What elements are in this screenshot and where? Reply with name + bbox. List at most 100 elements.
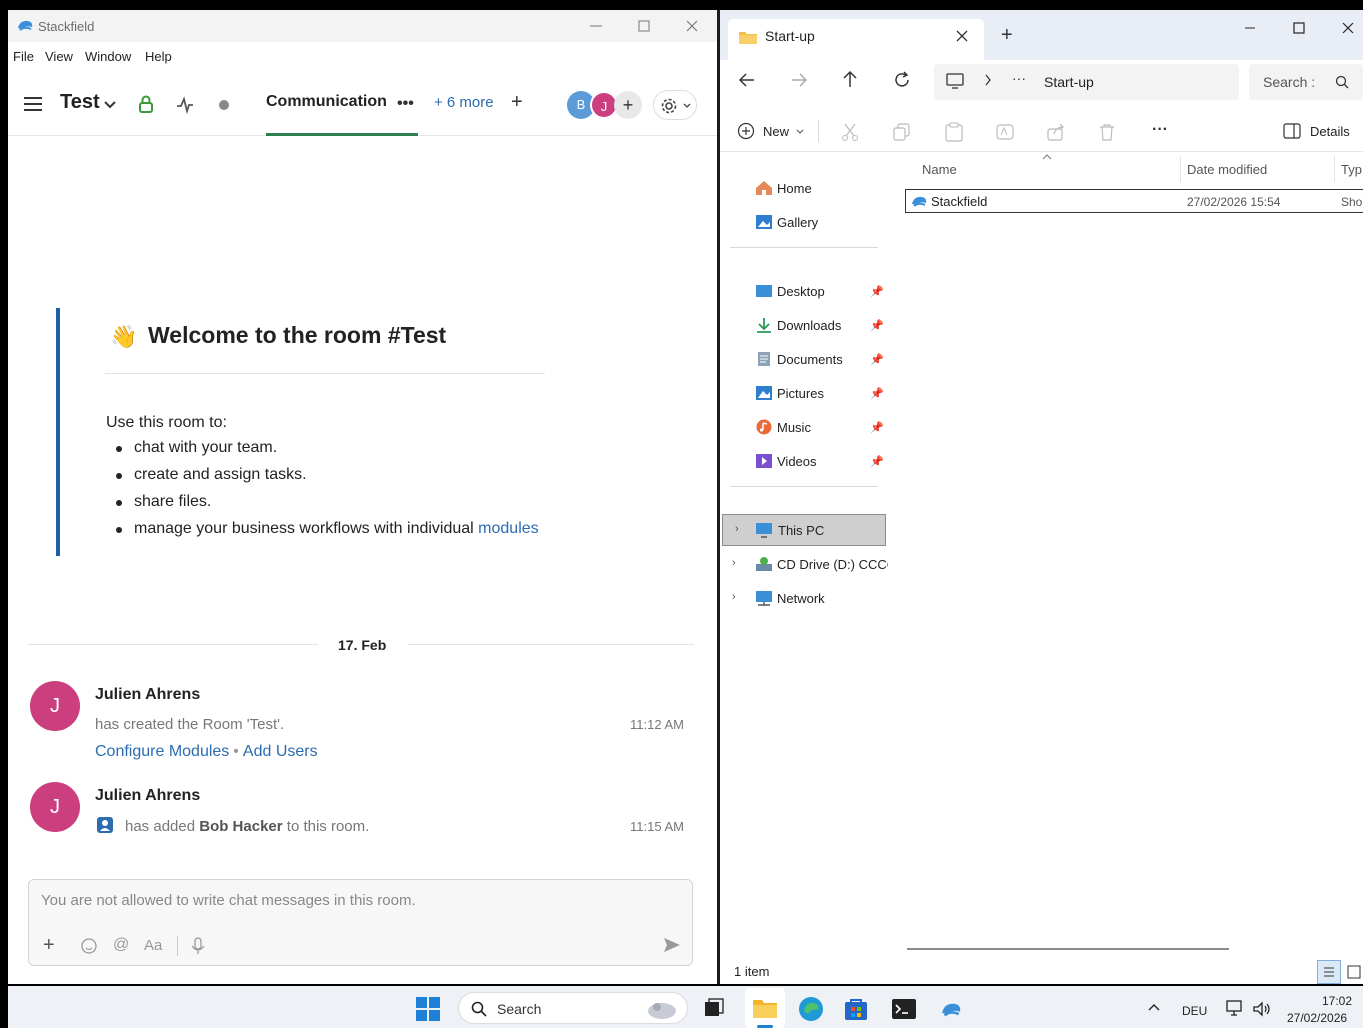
- chevron-down-icon[interactable]: [104, 100, 116, 110]
- pin-icon: 📌: [870, 286, 884, 298]
- new-plus-icon[interactable]: [737, 122, 755, 140]
- column-header-type[interactable]: Typ: [1341, 162, 1362, 177]
- mention-icon[interactable]: @: [113, 936, 129, 954]
- sidebar-item-cd-drive[interactable]: › CD Drive (D:) CCCC: [720, 549, 896, 579]
- minimize-button[interactable]: [1240, 18, 1260, 38]
- clock-time[interactable]: 17:02: [1322, 994, 1352, 1008]
- tab-start-up[interactable]: Start-up: [728, 19, 984, 60]
- details-pane-icon[interactable]: [1283, 123, 1301, 139]
- sidebar-item-gallery[interactable]: Gallery: [720, 207, 888, 237]
- table-row[interactable]: Stackfield 27/02/2026 15:54 Sho: [905, 189, 1363, 213]
- text-format-icon[interactable]: Aa: [144, 937, 162, 954]
- avatar[interactable]: J: [30, 782, 80, 832]
- sidebar-item-this-pc[interactable]: › This PC: [722, 514, 886, 546]
- add-member-icon[interactable]: +: [614, 91, 642, 119]
- close-button[interactable]: [682, 16, 702, 36]
- windows-start-icon[interactable]: [416, 997, 440, 1021]
- lock-icon[interactable]: [138, 94, 154, 114]
- list-item: manage your business workflows with indi…: [116, 518, 539, 545]
- up-arrow-icon[interactable]: [842, 70, 858, 88]
- message-author[interactable]: Julien Ahrens: [95, 686, 200, 704]
- sidebar-item-videos[interactable]: Videos 📌: [720, 446, 888, 476]
- rename-icon[interactable]: [996, 123, 1014, 141]
- ellipsis-icon[interactable]: ···: [1012, 70, 1026, 86]
- cut-icon[interactable]: [841, 123, 859, 141]
- more-tabs-link[interactable]: + 6 more: [434, 94, 494, 111]
- menu-file[interactable]: File: [13, 49, 34, 64]
- add-users-link[interactable]: Add Users: [243, 743, 318, 760]
- taskbar-file-explorer[interactable]: [745, 988, 785, 1028]
- maximize-button[interactable]: [1289, 18, 1309, 38]
- task-view-icon[interactable]: [704, 998, 724, 1018]
- language-indicator[interactable]: DEU: [1182, 1004, 1207, 1018]
- message-composer[interactable]: You are not allowed to write chat messag…: [28, 879, 693, 966]
- room-title[interactable]: Test: [60, 91, 100, 114]
- date-separator: 17. Feb: [28, 634, 694, 654]
- emoji-icon[interactable]: [81, 938, 97, 954]
- chevron-right-icon[interactable]: ›: [732, 557, 736, 569]
- column-header-date[interactable]: Date modified: [1187, 162, 1267, 177]
- forward-arrow-icon[interactable]: [790, 72, 808, 88]
- new-button[interactable]: New: [763, 124, 789, 139]
- back-arrow-icon[interactable]: [738, 72, 756, 88]
- search-box[interactable]: Search :: [1249, 64, 1363, 100]
- tab-options-icon[interactable]: •••: [397, 95, 414, 113]
- chevron-right-icon[interactable]: ›: [735, 523, 739, 535]
- menu-help[interactable]: Help: [145, 49, 172, 64]
- maximize-button[interactable]: [634, 16, 654, 36]
- close-tab-icon[interactable]: [955, 29, 969, 43]
- sidebar-item-desktop[interactable]: Desktop 📌: [720, 276, 888, 306]
- details-view-icon[interactable]: [1317, 960, 1341, 984]
- chevron-down-icon[interactable]: [796, 129, 804, 135]
- address-bar[interactable]: ··· Start-up: [934, 64, 1239, 100]
- send-icon[interactable]: [663, 937, 681, 953]
- message-author[interactable]: Julien Ahrens: [95, 787, 200, 805]
- status-dot-icon[interactable]: [218, 99, 230, 111]
- horizontal-scrollbar[interactable]: [907, 948, 1229, 950]
- network-status-icon[interactable]: [1226, 1000, 1244, 1018]
- sidebar-item-pictures[interactable]: Pictures 📌: [720, 378, 888, 408]
- minimize-button[interactable]: [586, 16, 606, 36]
- avatar[interactable]: J: [30, 681, 80, 731]
- refresh-icon[interactable]: [893, 71, 911, 89]
- microphone-icon[interactable]: [191, 937, 205, 955]
- address-current[interactable]: Start-up: [1044, 74, 1094, 90]
- share-icon[interactable]: [1047, 123, 1065, 141]
- sidebar-item-music[interactable]: Music 📌: [720, 412, 888, 442]
- delete-icon[interactable]: [1099, 123, 1115, 141]
- microsoft-store-icon[interactable]: [844, 997, 868, 1021]
- add-attachment-icon[interactable]: +: [43, 934, 55, 957]
- chevron-right-icon[interactable]: ›: [732, 591, 736, 603]
- sidebar-item-network[interactable]: › Network: [720, 583, 888, 613]
- configure-modules-link[interactable]: Configure Modules: [95, 743, 229, 760]
- activity-icon[interactable]: [176, 96, 194, 114]
- network-icon: [755, 590, 772, 606]
- menu-window[interactable]: Window: [85, 49, 131, 64]
- paste-icon[interactable]: [945, 122, 963, 142]
- details-button[interactable]: Details: [1310, 124, 1350, 139]
- modules-link[interactable]: modules: [478, 520, 538, 537]
- edge-browser-icon[interactable]: [798, 996, 824, 1022]
- close-button[interactable]: [1338, 18, 1358, 38]
- stackfield-taskbar-icon[interactable]: [938, 1000, 964, 1018]
- navigation-pane: Home Gallery Desktop 📌 Downloads 📌 Docum…: [720, 152, 896, 942]
- new-tab-icon[interactable]: +: [1001, 24, 1013, 47]
- add-tab-icon[interactable]: +: [511, 91, 523, 114]
- menu-view[interactable]: View: [45, 49, 73, 64]
- clock-date[interactable]: 27/02/2026: [1287, 1011, 1347, 1025]
- sidebar-item-home[interactable]: Home: [720, 173, 888, 203]
- copy-icon[interactable]: [893, 123, 911, 141]
- volume-icon[interactable]: [1252, 1000, 1272, 1018]
- sidebar-item-downloads[interactable]: Downloads 📌: [720, 310, 888, 340]
- more-options-icon[interactable]: ···: [1152, 121, 1168, 139]
- hamburger-menu-icon[interactable]: [22, 94, 44, 114]
- room-settings-button[interactable]: [653, 90, 697, 120]
- sidebar-item-documents[interactable]: Documents 📌: [720, 344, 888, 374]
- chevron-up-icon[interactable]: [1148, 1003, 1160, 1011]
- folder-icon: [752, 997, 778, 1019]
- tiles-view-icon[interactable]: [1347, 965, 1361, 979]
- column-header-name[interactable]: Name: [922, 162, 957, 177]
- terminal-icon[interactable]: [891, 998, 917, 1020]
- tab-communication[interactable]: Communication: [266, 93, 387, 111]
- taskbar-search[interactable]: Search: [458, 992, 688, 1024]
